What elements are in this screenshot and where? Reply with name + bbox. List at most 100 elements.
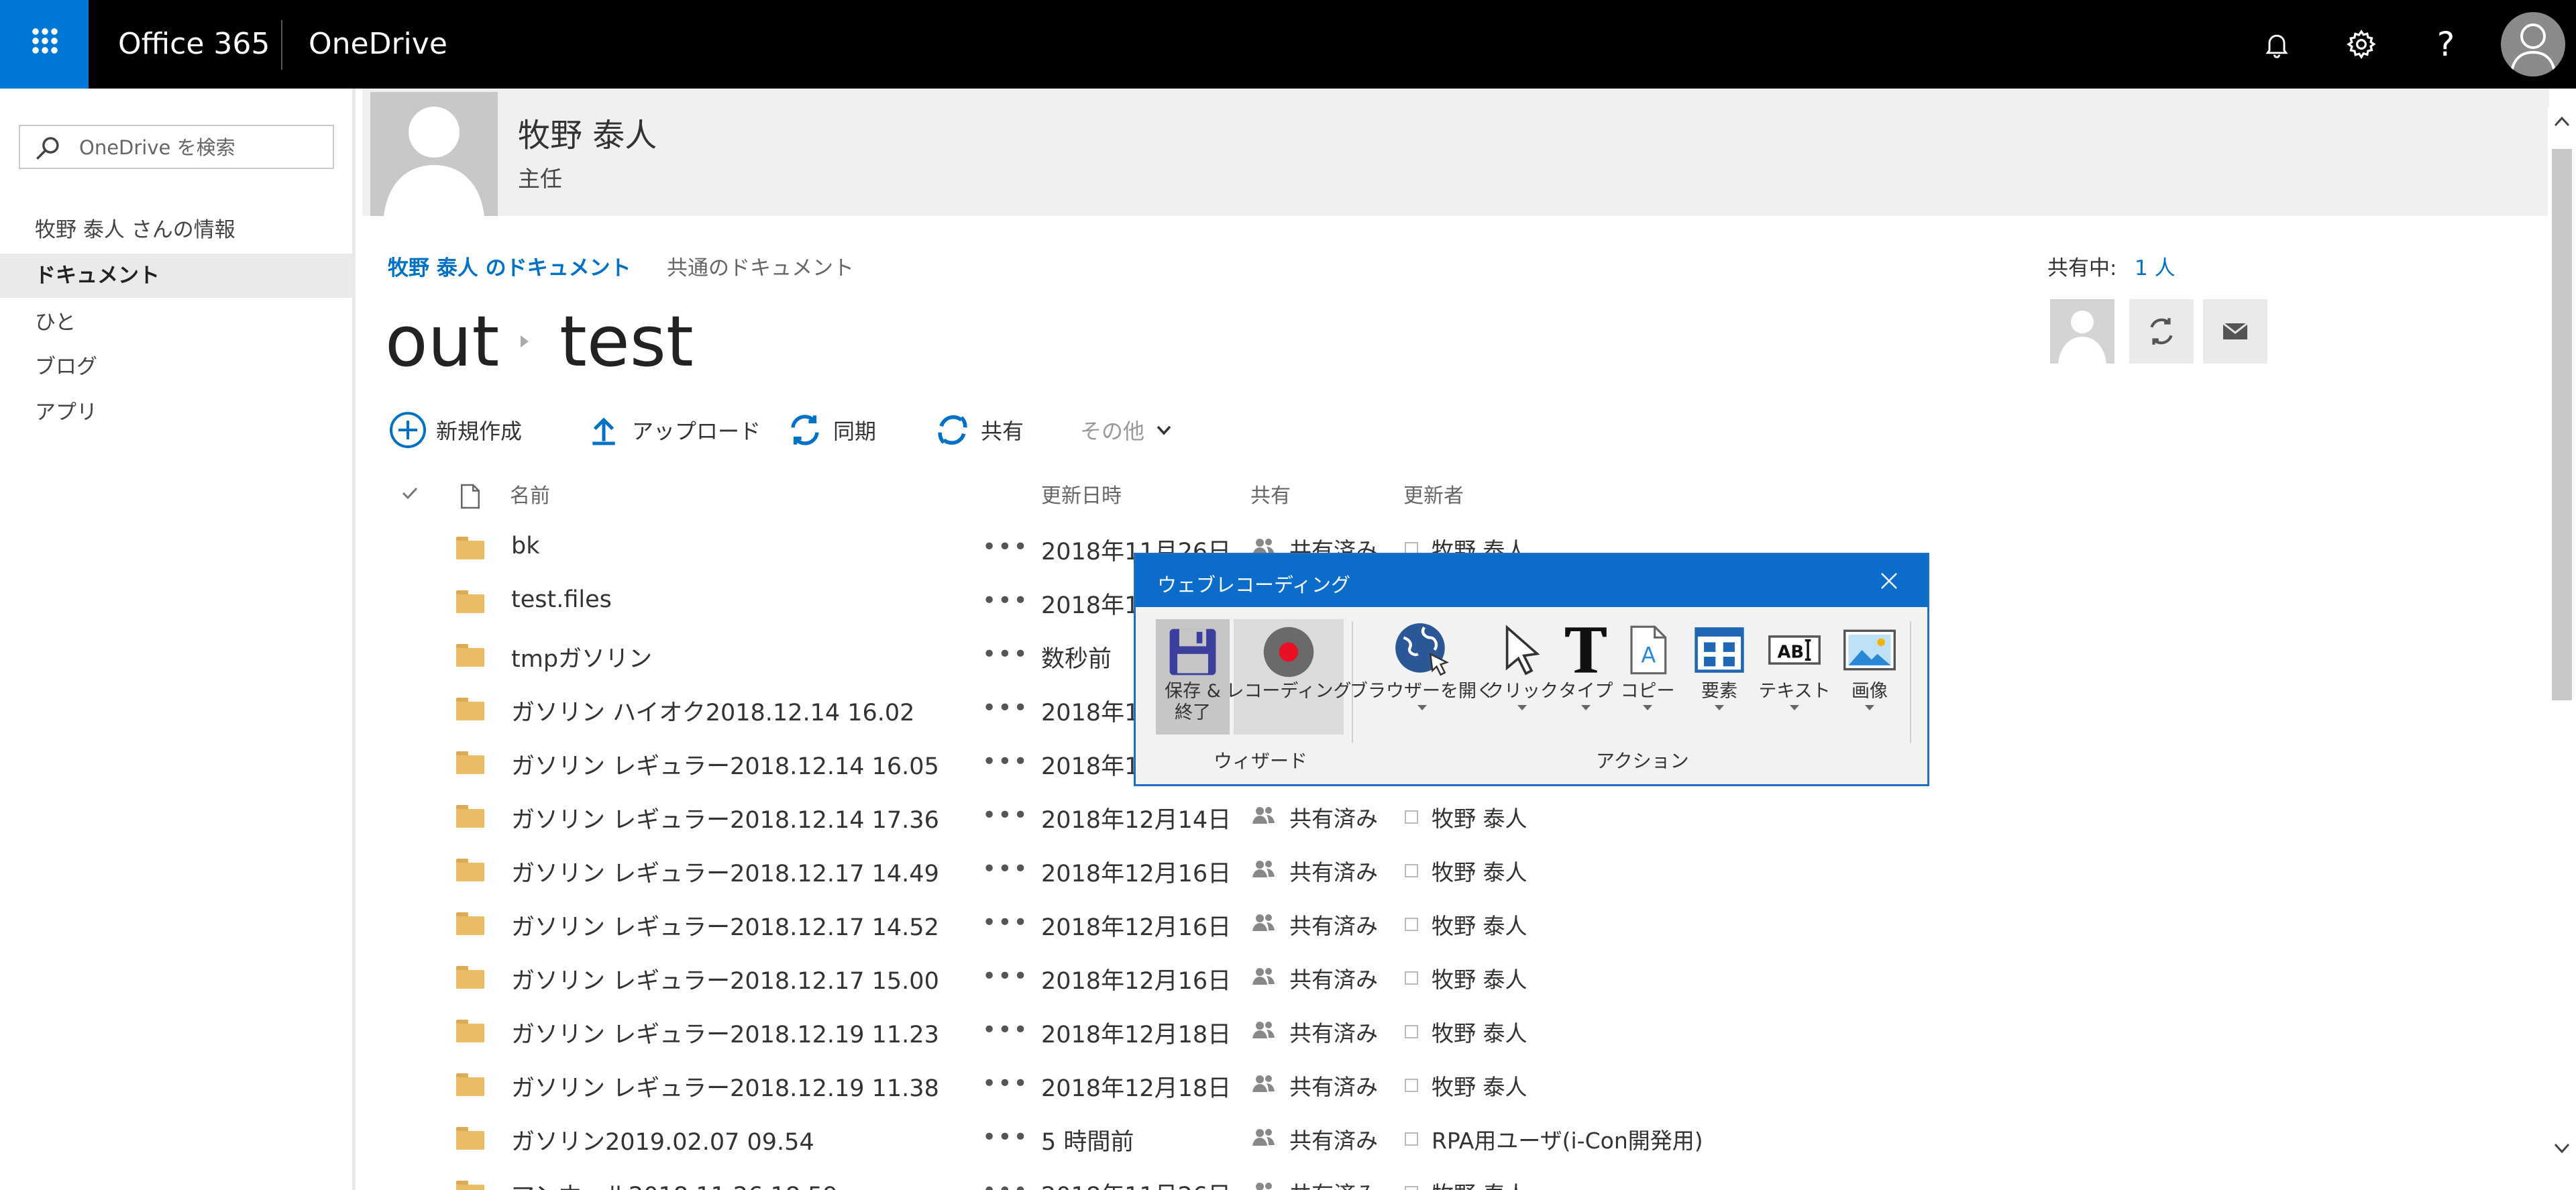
list-item[interactable]: ガソリン レギュラー2018.12.17 15.00 ••• 2018年12月16日…	[362, 950, 2542, 1004]
item-name[interactable]: ガソリン レギュラー2018.12.19 11.23	[511, 1016, 939, 1050]
more-options-icon[interactable]: •••	[982, 1072, 1029, 1096]
new-button[interactable]: 新規作成	[388, 407, 522, 453]
share-people-button[interactable]	[2129, 299, 2194, 364]
item-modified-by[interactable]: RPA用ユーザ(i-Con開発用)	[1405, 1123, 1703, 1155]
item-sharing[interactable]: 共有済み	[1252, 855, 1378, 887]
column-header-modified[interactable]: 更新日時	[1041, 483, 1122, 510]
nav-item-profile[interactable]: 牧野 泰人 さんの情報	[0, 208, 352, 252]
item-name[interactable]: tmpガソリン	[511, 640, 652, 674]
item-modified-by[interactable]: 牧野 泰人	[1405, 801, 1527, 833]
list-item[interactable]: ガソリン レギュラー2018.12.19 11.23 ••• 2018年12月18日…	[362, 1004, 2542, 1057]
list-item[interactable]: マンホール2018.11.26 18.59 ••• 2018年11月26日 共有済み 牧…	[362, 1165, 2542, 1190]
item-sharing-label: 共有済み	[1289, 1128, 1378, 1154]
more-options-icon[interactable]: •••	[982, 911, 1029, 935]
notifications-button[interactable]	[2253, 20, 2301, 68]
more-options-icon[interactable]: •••	[982, 1018, 1029, 1042]
list-item[interactable]: ガソリン レギュラー2018.12.17 14.49 ••• 2018年12月16日…	[362, 843, 2542, 896]
scrollbar-thumb[interactable]	[2552, 149, 2572, 700]
app-launcher-button[interactable]	[0, 0, 89, 89]
item-name[interactable]: ガソリン レギュラー2018.12.19 11.38	[511, 1069, 939, 1103]
breadcrumb-shared-documents[interactable]: 共通のドキュメント	[667, 251, 854, 281]
scroll-up-icon[interactable]	[2552, 111, 2572, 131]
text-action-button[interactable]: AB テキスト	[1758, 619, 1831, 735]
copy-action-button[interactable]: A コピー	[1617, 619, 1678, 735]
email-share-button[interactable]	[2203, 299, 2267, 364]
item-name[interactable]: bk	[511, 533, 540, 559]
click-action-button[interactable]: クリック	[1486, 619, 1558, 735]
dialog-titlebar[interactable]: ウェブレコーディング	[1136, 555, 1927, 607]
settings-button[interactable]	[2337, 20, 2385, 68]
more-options-icon[interactable]: •••	[982, 589, 1029, 613]
list-item[interactable]: ガソリン レギュラー2018.12.17 14.52 ••• 2018年12月16日…	[362, 896, 2542, 950]
list-item[interactable]: ガソリン2019.02.07 09.54 ••• 5 時間前 共有済み RPA用ユーザ(…	[362, 1111, 2542, 1165]
sharing-count-link[interactable]: 1 人	[2135, 251, 2176, 281]
nav-item-documents[interactable]: ドキュメント	[0, 254, 352, 298]
save-and-exit-button[interactable]: 保存 & 終了	[1156, 619, 1230, 735]
item-name[interactable]: test.files	[511, 586, 612, 613]
scroll-down-icon[interactable]	[2552, 1138, 2572, 1158]
list-item[interactable]: ガソリン レギュラー2018.12.14 17.36 ••• 2018年12月14日…	[362, 789, 2542, 843]
item-sharing[interactable]: 共有済み	[1252, 1069, 1378, 1101]
item-modified-by[interactable]: 牧野 泰人	[1405, 1069, 1527, 1101]
item-name[interactable]: ガソリン レギュラー2018.12.14 17.36	[511, 801, 939, 835]
list-item[interactable]: ガソリン レギュラー2018.12.19 11.38 ••• 2018年12月18日…	[362, 1057, 2542, 1111]
path-parent-folder[interactable]: out	[385, 298, 499, 385]
item-sharing[interactable]: 共有済み	[1252, 1123, 1378, 1155]
more-options-icon[interactable]: •••	[982, 1126, 1029, 1150]
item-name[interactable]: ガソリン レギュラー2018.12.14 16.05	[511, 747, 939, 781]
item-modified-by[interactable]: 牧野 泰人	[1405, 1016, 1527, 1048]
sync-button[interactable]: 同期	[785, 407, 876, 453]
more-options-icon[interactable]: •••	[982, 965, 1029, 989]
open-browser-button[interactable]: ブラウザーを開く	[1350, 619, 1495, 735]
item-name[interactable]: ガソリン レギュラー2018.12.17 15.00	[511, 962, 939, 996]
item-sharing[interactable]: 共有済み	[1252, 801, 1378, 833]
help-button[interactable]: ?	[2422, 20, 2470, 68]
user-avatar-button[interactable]	[2501, 12, 2565, 76]
profile-photo[interactable]	[370, 92, 498, 216]
more-button[interactable]: その他	[1080, 407, 1174, 453]
column-header-name[interactable]: 名前	[510, 483, 550, 510]
item-name[interactable]: ガソリン2019.02.07 09.54	[511, 1123, 814, 1157]
item-name[interactable]: ガソリン レギュラー2018.12.17 14.49	[511, 855, 939, 889]
more-options-icon[interactable]: •••	[982, 535, 1029, 559]
nav-item-apps[interactable]: アプリ	[0, 390, 352, 435]
more-options-icon[interactable]: •••	[982, 696, 1029, 720]
upload-button[interactable]: アップロード	[584, 407, 761, 453]
profile-name[interactable]: 牧野 泰人	[518, 109, 657, 156]
item-name[interactable]: マンホール2018.11.26 18.59	[511, 1177, 838, 1190]
more-options-icon[interactable]: •••	[982, 1179, 1029, 1190]
search-input[interactable]	[79, 133, 321, 162]
more-options-icon[interactable]: •••	[982, 643, 1029, 667]
item-sharing[interactable]: 共有済み	[1252, 908, 1378, 940]
column-header-sharing[interactable]: 共有	[1250, 483, 1291, 510]
image-action-button[interactable]: 画像	[1837, 619, 1902, 735]
item-sharing[interactable]: 共有済み	[1252, 962, 1378, 994]
more-options-icon[interactable]: •••	[982, 804, 1029, 828]
item-name[interactable]: ガソリン レギュラー2018.12.17 14.52	[511, 908, 939, 942]
nav-item-people[interactable]: ひと	[0, 301, 352, 345]
item-modified-by[interactable]: 牧野 泰人	[1405, 855, 1527, 887]
search-box[interactable]	[19, 125, 334, 169]
item-name[interactable]: ガソリン ハイオク2018.12.14 16.02	[511, 694, 914, 728]
select-all-checkmark[interactable]	[400, 483, 420, 510]
onedrive-app-title[interactable]: OneDrive	[309, 25, 447, 63]
recording-button[interactable]: レコーディング	[1226, 619, 1352, 735]
item-sharing[interactable]: 共有済み	[1252, 1016, 1378, 1048]
share-button[interactable]: 共有	[932, 407, 1024, 453]
item-sharing[interactable]: 共有済み	[1252, 1177, 1378, 1190]
shared-user-avatar[interactable]	[2050, 299, 2114, 364]
dialog-close-button[interactable]	[1874, 565, 1904, 596]
item-modified-by[interactable]: 牧野 泰人	[1405, 908, 1527, 940]
type-action-button[interactable]: タイプ	[1557, 619, 1615, 735]
file-type-header[interactable]	[459, 483, 482, 517]
more-button-label: その他	[1080, 419, 1145, 444]
element-action-button[interactable]: 要素	[1684, 619, 1754, 735]
office365-brand[interactable]: Office 365	[118, 25, 270, 63]
item-modified-by[interactable]: 牧野 泰人	[1405, 962, 1527, 994]
more-options-icon[interactable]: •••	[982, 750, 1029, 774]
more-options-icon[interactable]: •••	[982, 857, 1029, 881]
breadcrumb-my-documents[interactable]: 牧野 泰人 のドキュメント	[388, 251, 631, 281]
column-header-modified-by[interactable]: 更新者	[1403, 483, 1464, 510]
item-modified-by[interactable]: 牧野 泰人	[1405, 1177, 1527, 1190]
nav-item-blog[interactable]: ブログ	[0, 345, 352, 389]
